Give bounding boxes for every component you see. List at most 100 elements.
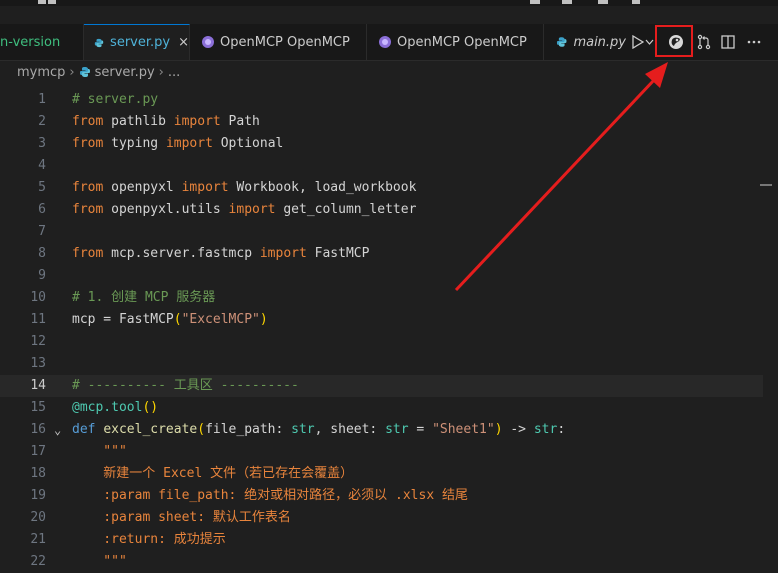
more-actions-icon[interactable] — [742, 30, 766, 54]
line-number: 9 — [38, 268, 46, 283]
code-line[interactable]: 2 from pathlib import Path — [0, 111, 778, 133]
code-text: from openpyxl import Workbook, load_work… — [72, 180, 417, 195]
openmcp-icon — [202, 36, 214, 48]
window-control-icon[interactable] — [562, 0, 572, 4]
tab-server-py[interactable]: server.py × — [84, 24, 190, 60]
chevron-right-icon: › — [158, 64, 164, 80]
code-line[interactable]: 6 from openpyxl.utils import get_column_l… — [0, 199, 778, 221]
code-line[interactable]: 16 ⌄ def excel_create(file_path: str, shee… — [0, 419, 778, 441]
code-text: :param sheet: 默认工作表名 — [72, 510, 291, 525]
line-number: 5 — [38, 180, 46, 195]
line-number: 1 — [38, 92, 46, 107]
line-number: 10 — [30, 290, 46, 305]
line-number: 3 — [38, 136, 46, 151]
tab-label: server.py — [110, 35, 171, 50]
code-line[interactable]: 12 — [0, 331, 778, 353]
breadcrumb: mymcp › server.py › ... — [0, 61, 778, 83]
code-line[interactable]: 22 """ — [0, 551, 778, 573]
vertical-scrollbar[interactable] — [763, 89, 778, 561]
source-control-icon[interactable] — [692, 30, 716, 54]
code-text: """ — [72, 444, 127, 459]
line-number: 22 — [30, 554, 46, 569]
line-number: 6 — [38, 202, 46, 217]
code-text: """ — [72, 554, 127, 569]
breadcrumb-trail[interactable]: ... — [168, 65, 180, 80]
app-title-fragment — [38, 0, 46, 4]
title-bar — [0, 0, 778, 6]
tab-label: OpenMCP OpenMCP — [220, 34, 350, 50]
line-number: 2 — [38, 114, 46, 129]
code-line[interactable]: 20 :param sheet: 默认工作表名 — [0, 507, 778, 529]
code-line[interactable]: 19 :param file_path: 绝对或相对路径，必须以 .xlsx 结… — [0, 485, 778, 507]
code-line[interactable]: 14 # ---------- 工具区 ---------- — [0, 375, 778, 397]
line-number: 17 — [30, 444, 46, 459]
code-text: # server.py — [72, 92, 159, 107]
code-text: 新建一个 Excel 文件（若已存在会覆盖） — [72, 466, 354, 481]
code-line[interactable]: 10 # 1. 创建 MCP 服务器 — [0, 287, 778, 309]
code-text: mcp = FastMCP("ExcelMCP") — [72, 312, 268, 327]
line-number: 20 — [30, 510, 46, 525]
code-text: # 1. 创建 MCP 服务器 — [72, 290, 216, 305]
code-line[interactable]: 4 — [0, 155, 778, 177]
code-text: from mcp.server.fastmcp import FastMCP — [72, 246, 370, 261]
annotation-highlight-box — [655, 25, 693, 57]
tab-label: OpenMCP OpenMCP — [397, 34, 527, 50]
tab-label: main.py — [573, 34, 626, 50]
run-dropdown-icon[interactable] — [642, 30, 656, 54]
tab-openmcp-2[interactable]: OpenMCP OpenMCP — [367, 24, 544, 60]
code-text: from openpyxl.utils import get_column_le… — [72, 202, 417, 217]
window-control-icon[interactable] — [632, 0, 640, 4]
line-number: 21 — [30, 532, 46, 547]
code-editor[interactable]: 1 # server.py 2 from pathlib import Path 3 fr… — [0, 89, 778, 569]
python-icon — [556, 37, 567, 47]
code-line[interactable]: 21 :return: 成功提示 — [0, 529, 778, 551]
code-line[interactable]: 1 # server.py — [0, 89, 778, 111]
code-line[interactable]: 18 新建一个 Excel 文件（若已存在会覆盖） — [0, 463, 778, 485]
code-text: :return: 成功提示 — [72, 532, 226, 547]
line-number: 12 — [30, 334, 46, 349]
line-number: 14 — [30, 378, 46, 393]
app-title-fragment — [48, 0, 56, 4]
split-editor-icon[interactable] — [716, 30, 740, 54]
scrollbar-marker — [760, 184, 772, 186]
python-icon — [79, 67, 90, 77]
code-text: from typing import Optional — [72, 136, 284, 151]
code-line[interactable]: 11 mcp = FastMCP("ExcelMCP") — [0, 309, 778, 331]
window-control-icon[interactable] — [530, 0, 540, 4]
code-text: from pathlib import Path — [72, 114, 260, 129]
tab-main-py[interactable]: main.py — [544, 24, 626, 60]
code-line[interactable]: 3 from typing import Optional — [0, 133, 778, 155]
code-line[interactable]: 15 @mcp.tool() — [0, 397, 778, 419]
code-text: # ---------- 工具区 ---------- — [72, 378, 299, 393]
tab-openmcp-1[interactable]: OpenMCP OpenMCP — [190, 24, 367, 60]
python-icon — [94, 38, 104, 47]
code-line[interactable]: 8 from mcp.server.fastmcp import FastMCP — [0, 243, 778, 265]
line-number: 11 — [30, 312, 46, 327]
line-number: 8 — [38, 246, 46, 261]
code-text: @mcp.tool() — [72, 400, 159, 415]
close-icon[interactable]: × — [178, 35, 189, 50]
window-control-icon[interactable] — [598, 0, 608, 4]
breadcrumb-folder[interactable]: mymcp — [17, 65, 65, 80]
tab-label: n-version — [0, 34, 61, 50]
code-line[interactable]: 5 from openpyxl import Workbook, load_wor… — [0, 177, 778, 199]
code-text: def excel_create(file_path: str, sheet: … — [72, 422, 566, 437]
line-number: 7 — [38, 224, 46, 239]
line-number: 4 — [38, 158, 46, 173]
line-number: 19 — [30, 488, 46, 503]
line-number: 18 — [30, 466, 46, 481]
tab-version[interactable]: n-version — [0, 24, 84, 60]
code-line[interactable]: 9 — [0, 265, 778, 287]
line-number: 15 — [30, 400, 46, 415]
chevron-right-icon: › — [69, 64, 75, 80]
code-line[interactable]: 13 — [0, 353, 778, 375]
openmcp-icon — [379, 36, 391, 48]
code-line[interactable]: 17 """ — [0, 441, 778, 463]
code-line[interactable]: 7 — [0, 221, 778, 243]
editor-actions — [626, 24, 778, 60]
line-number: 16 — [30, 422, 46, 437]
code-text: :param file_path: 绝对或相对路径，必须以 .xlsx 结尾 — [72, 488, 468, 503]
line-number: 13 — [30, 356, 46, 371]
fold-chevron-icon[interactable]: ⌄ — [54, 419, 61, 441]
breadcrumb-file[interactable]: server.py — [95, 65, 155, 80]
